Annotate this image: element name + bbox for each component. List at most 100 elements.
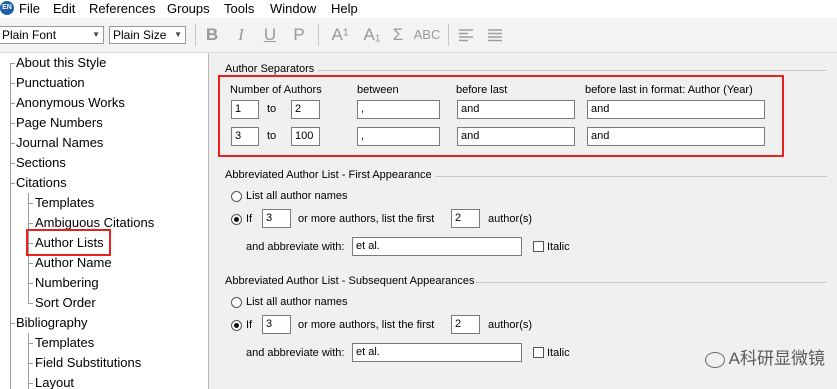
menu-file[interactable]: File bbox=[19, 1, 40, 16]
symbol-button[interactable]: Σ bbox=[389, 24, 407, 46]
toolbar-divider bbox=[318, 24, 319, 46]
tree-item-bibliography-templates[interactable]: Templates bbox=[35, 335, 94, 350]
subsequent-if-label: If bbox=[246, 319, 253, 331]
menu-references[interactable]: References bbox=[89, 1, 155, 16]
tree-line bbox=[28, 263, 33, 264]
subsequent-list-count-input[interactable]: 2 bbox=[451, 315, 480, 334]
bold-button[interactable]: B bbox=[202, 24, 222, 46]
author-lists-panel: Author Separators Number of Authors betw… bbox=[209, 53, 837, 389]
chevron-down-icon: ▼ bbox=[92, 30, 100, 39]
chevron-down-icon: ▼ bbox=[174, 30, 182, 39]
tree-item-ambiguous-citations[interactable]: Ambiguous Citations bbox=[35, 215, 154, 230]
tree-item-about-this-style[interactable]: About this Style bbox=[16, 55, 106, 70]
subsequent-if-count-input[interactable]: 3 bbox=[262, 315, 291, 334]
first-list-count-input[interactable]: 2 bbox=[451, 209, 480, 228]
watermark: A科研显微镜 bbox=[704, 344, 825, 369]
first-authors-label: author(s) bbox=[488, 213, 533, 225]
tree-item-punctuation[interactable]: Punctuation bbox=[16, 75, 85, 90]
tree-line bbox=[11, 103, 15, 104]
tree-line bbox=[10, 63, 11, 389]
tree-item-anonymous-works[interactable]: Anonymous Works bbox=[16, 95, 125, 110]
subsequent-abbrev-input[interactable]: et al. bbox=[352, 343, 522, 362]
tree-item-sort-order[interactable]: Sort Order bbox=[35, 295, 96, 310]
tree-line bbox=[28, 303, 33, 304]
tree-line bbox=[28, 203, 33, 204]
first-if-label: If bbox=[246, 213, 253, 225]
tree-line bbox=[11, 183, 15, 184]
menu-tools[interactable]: Tools bbox=[224, 1, 254, 16]
tree-line bbox=[11, 143, 15, 144]
italic-button[interactable]: I bbox=[231, 24, 251, 46]
wechat-icon bbox=[704, 351, 725, 368]
subsequent-italic-label: Italic bbox=[547, 347, 570, 359]
tree-item-journal-names[interactable]: Journal Names bbox=[16, 135, 103, 150]
tree-line bbox=[11, 63, 15, 64]
tree-item-numbering[interactable]: Numbering bbox=[35, 275, 99, 290]
underline-button[interactable]: U bbox=[260, 24, 280, 46]
menu-edit[interactable]: Edit bbox=[53, 1, 75, 16]
first-italic-checkbox[interactable] bbox=[533, 241, 544, 252]
justify-icon bbox=[488, 29, 502, 42]
menu-bar: EN File Edit References Groups Tools Win… bbox=[0, 0, 837, 18]
tree-item-layout[interactable]: Layout bbox=[35, 375, 74, 389]
tree-line bbox=[28, 343, 33, 344]
font-select-value: Plain Font bbox=[2, 28, 57, 42]
size-select[interactable]: Plain Size ▼ bbox=[109, 26, 186, 44]
subsequent-list-all-label: List all author names bbox=[246, 296, 348, 308]
watermark-text: A科研显微镜 bbox=[728, 349, 825, 368]
menu-groups[interactable]: Groups bbox=[167, 1, 210, 16]
small-caps-button[interactable]: ABC bbox=[413, 24, 441, 46]
subsequent-if-radio[interactable] bbox=[231, 320, 242, 331]
first-list-all-radio[interactable] bbox=[231, 191, 242, 202]
first-abbrev-input[interactable]: et al. bbox=[352, 237, 522, 256]
style-section-tree: About this Style Punctuation Anonymous W… bbox=[0, 53, 209, 389]
first-appearance-title: Abbreviated Author List - First Appearan… bbox=[225, 169, 432, 181]
separators-highlight-box bbox=[218, 75, 784, 157]
tree-line bbox=[28, 363, 33, 364]
author-separators-title: Author Separators bbox=[225, 63, 315, 75]
subsequent-title: Abbreviated Author List - Subsequent App… bbox=[225, 275, 475, 287]
tree-item-citations[interactable]: Citations bbox=[16, 175, 67, 190]
menu-help[interactable]: Help bbox=[331, 1, 358, 16]
tree-line bbox=[28, 383, 33, 384]
tree-line bbox=[28, 223, 33, 224]
tree-line bbox=[28, 333, 29, 389]
tree-line bbox=[11, 123, 15, 124]
app-logo-icon: EN bbox=[0, 1, 14, 15]
subsequent-list-all-radio[interactable] bbox=[231, 297, 242, 308]
menu-window[interactable]: Window bbox=[270, 1, 316, 16]
toolbar-divider bbox=[448, 24, 449, 46]
group-divider bbox=[317, 70, 827, 71]
first-if-radio[interactable] bbox=[231, 214, 242, 225]
subsequent-authors-label: author(s) bbox=[488, 319, 533, 331]
subscript-button[interactable]: A₁ bbox=[360, 24, 384, 46]
tree-line bbox=[28, 283, 33, 284]
tree-item-bibliography[interactable]: Bibliography bbox=[16, 315, 88, 330]
tree-line bbox=[11, 83, 15, 84]
first-abbrev-label: and abbreviate with: bbox=[246, 241, 345, 253]
align-left-button[interactable] bbox=[457, 24, 475, 46]
first-if-count-input[interactable]: 3 bbox=[262, 209, 291, 228]
subsequent-abbrev-label: and abbreviate with: bbox=[246, 347, 345, 359]
plain-button[interactable]: P bbox=[289, 24, 309, 46]
subsequent-or-more-label: or more authors, list the first bbox=[298, 319, 435, 331]
font-select[interactable]: Plain Font ▼ bbox=[0, 26, 104, 44]
tree-item-sections[interactable]: Sections bbox=[16, 155, 66, 170]
selected-item-highlight bbox=[26, 229, 111, 256]
align-left-icon bbox=[459, 29, 473, 42]
group-divider bbox=[435, 176, 827, 177]
tree-item-page-numbers[interactable]: Page Numbers bbox=[16, 115, 103, 130]
subsequent-italic-checkbox[interactable] bbox=[533, 347, 544, 358]
tree-item-citation-templates[interactable]: Templates bbox=[35, 195, 94, 210]
tree-line bbox=[11, 323, 15, 324]
size-select-value: Plain Size bbox=[113, 28, 167, 42]
first-or-more-label: or more authors, list the first bbox=[298, 213, 435, 225]
tree-line bbox=[11, 163, 15, 164]
format-toolbar: Plain Font ▼ Plain Size ▼ B I U P A¹ A₁ … bbox=[0, 18, 837, 53]
superscript-button[interactable]: A¹ bbox=[328, 24, 352, 46]
group-divider bbox=[475, 282, 827, 283]
tree-item-author-name[interactable]: Author Name bbox=[35, 255, 112, 270]
toolbar-divider bbox=[195, 24, 196, 46]
justify-button[interactable] bbox=[486, 24, 504, 46]
tree-item-field-substitutions[interactable]: Field Substitutions bbox=[35, 355, 141, 370]
